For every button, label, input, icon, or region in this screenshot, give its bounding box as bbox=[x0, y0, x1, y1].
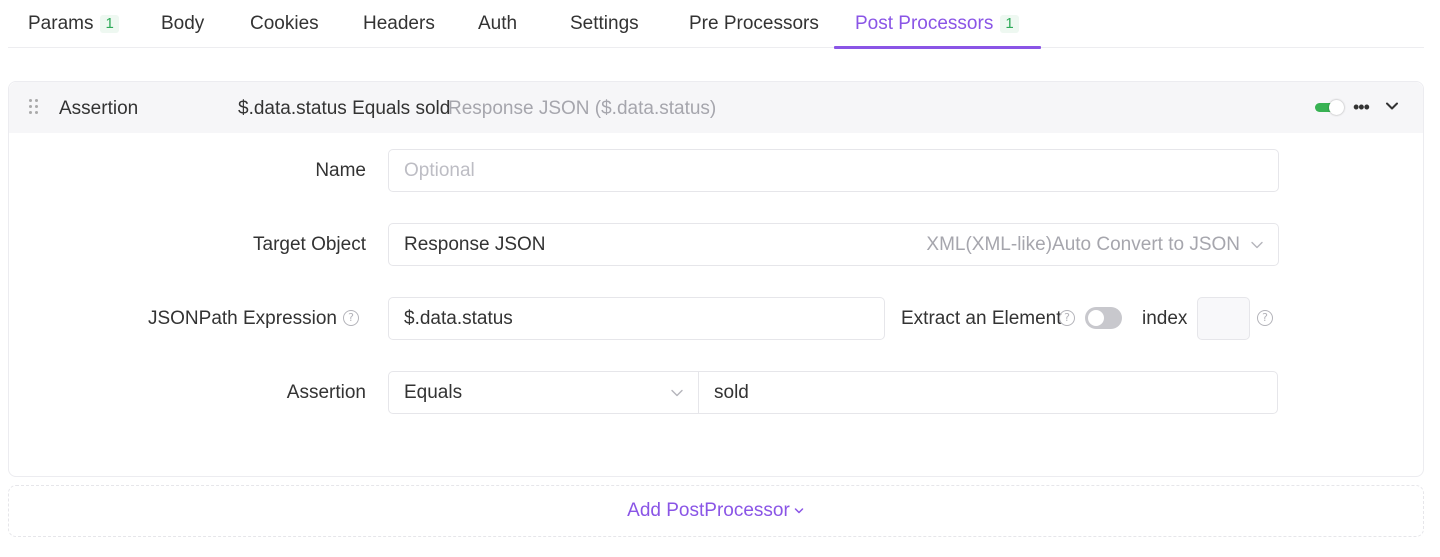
chevron-down-icon bbox=[671, 389, 683, 397]
tab-params[interactable]: Params 1 bbox=[28, 0, 119, 48]
processor-enabled-toggle[interactable] bbox=[1315, 100, 1344, 115]
tab-label: Headers bbox=[363, 13, 435, 34]
jsonpath-value: $.data.status bbox=[404, 307, 513, 329]
assertion-label: Assertion bbox=[286, 382, 366, 403]
tab-label: Settings bbox=[570, 13, 639, 34]
processor-type: Assertion bbox=[59, 98, 139, 119]
tab-cookies[interactable]: Cookies bbox=[250, 0, 319, 48]
tab-label: Cookies bbox=[250, 13, 319, 34]
more-horizontal-icon[interactable]: ••• bbox=[1353, 97, 1370, 118]
add-postprocessor-button[interactable]: Add PostProcessor bbox=[627, 500, 805, 522]
assertion-value: sold bbox=[714, 381, 749, 403]
tab-count-badge: 1 bbox=[1000, 15, 1019, 33]
assertion-processor-card: Assertion $.data.status Equals sold Resp… bbox=[8, 81, 1424, 477]
extract-help-icon[interactable]: ? bbox=[1059, 310, 1075, 326]
add-postprocessor-label: Add PostProcessor bbox=[627, 500, 790, 521]
tab-label: Params bbox=[28, 13, 94, 34]
extract-element-label: Extract an Element bbox=[901, 308, 1062, 329]
target-object-select[interactable]: Response JSON XML(XML-like)Auto Convert … bbox=[388, 223, 1279, 266]
index-input[interactable] bbox=[1197, 297, 1250, 340]
target-object-value: Response JSON bbox=[404, 233, 546, 255]
name-field[interactable]: Optional bbox=[388, 149, 1279, 192]
assertion-operator-value: Equals bbox=[404, 381, 463, 403]
assertion-operator-select[interactable]: Equals bbox=[388, 371, 699, 414]
tab-body[interactable]: Body bbox=[161, 0, 204, 48]
jsonpath-label: JSONPath Expression bbox=[147, 308, 337, 329]
processor-summary: $.data.status Equals sold bbox=[238, 98, 451, 119]
drag-handle-icon[interactable] bbox=[29, 99, 41, 115]
target-object-label: Target Object bbox=[253, 234, 366, 255]
request-tabs: Params 1 Body Cookies Headers Auth Setti… bbox=[8, 0, 1424, 49]
tab-post-processors[interactable]: Post Processors 1 bbox=[834, 0, 1041, 49]
tab-label: Pre Processors bbox=[689, 13, 819, 34]
index-label: index bbox=[1142, 308, 1188, 329]
tab-label: Post Processors bbox=[855, 13, 994, 34]
tab-pre-processors[interactable]: Pre Processors bbox=[689, 0, 819, 48]
name-label: Name bbox=[315, 160, 366, 181]
chevron-down-icon bbox=[1251, 241, 1263, 249]
tab-label: Body bbox=[161, 13, 205, 34]
jsonpath-help-icon[interactable]: ? bbox=[343, 310, 359, 326]
add-postprocessor-area: Add PostProcessor bbox=[8, 485, 1424, 537]
name-placeholder: Optional bbox=[404, 159, 475, 181]
processor-header[interactable]: Assertion $.data.status Equals sold Resp… bbox=[9, 82, 1423, 133]
extract-element-toggle[interactable] bbox=[1085, 307, 1122, 329]
tab-auth[interactable]: Auth bbox=[478, 0, 517, 48]
jsonpath-input[interactable]: $.data.status bbox=[388, 297, 885, 340]
tab-settings[interactable]: Settings bbox=[570, 0, 639, 48]
tab-headers[interactable]: Headers bbox=[363, 0, 435, 48]
target-object-hint: XML(XML-like)Auto Convert to JSON bbox=[926, 234, 1240, 255]
assertion-value-input[interactable]: sold bbox=[698, 371, 1278, 414]
chevron-down-icon[interactable] bbox=[1384, 98, 1400, 114]
index-help-icon[interactable]: ? bbox=[1257, 310, 1273, 326]
tab-count-badge: 1 bbox=[100, 15, 119, 33]
chevron-down-icon bbox=[794, 508, 804, 514]
processor-detail: Response JSON ($.data.status) bbox=[448, 98, 717, 119]
tab-label: Auth bbox=[478, 13, 518, 34]
